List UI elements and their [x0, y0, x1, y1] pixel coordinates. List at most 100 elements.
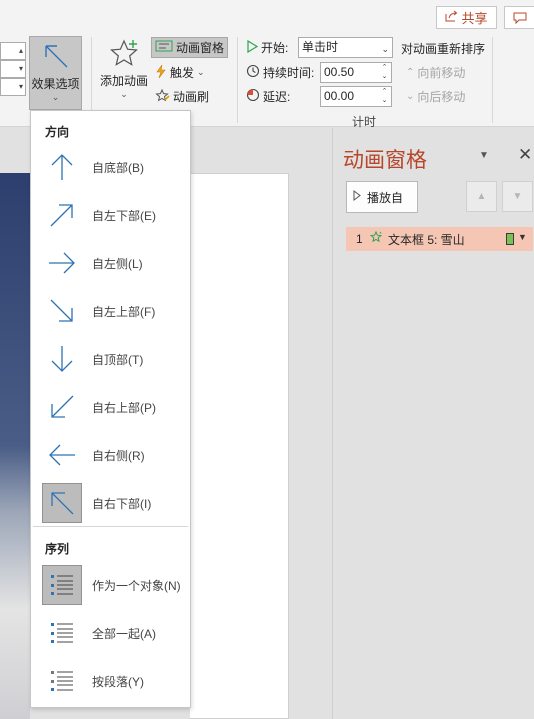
share-icon [445, 10, 458, 25]
play-from-label: 播放自 [367, 190, 404, 205]
move-up-button[interactable]: ▲ [466, 181, 497, 212]
animation-list-item[interactable]: 1 文本框 5: 雪山 ▼ [346, 227, 533, 251]
animation-painter-label: 动画刷 [173, 90, 210, 104]
spinner-arrows-icon[interactable]: ⌃ ⌄ [380, 87, 389, 106]
chevron-down-icon: ⌄ [381, 44, 389, 54]
chevron-down-icon: ⌄ [406, 91, 415, 102]
star-add-icon [109, 39, 141, 72]
duration-label: 持续时间: [246, 64, 314, 81]
animation-painter-icon [155, 88, 170, 106]
chevron-down-icon: ⌄ [51, 92, 60, 102]
direction-item-label: 自左上部(F) [92, 305, 156, 319]
delay-spinner[interactable]: 00.00 ⌃ ⌄ [320, 86, 392, 107]
sequence-item-by-paragraph[interactable]: 按段落(Y) [41, 659, 186, 703]
close-icon[interactable]: ✕ [518, 145, 532, 165]
direction-item-label: 自右上部(P) [92, 401, 156, 415]
direction-item-from-left[interactable]: 自左侧(L) [41, 241, 186, 285]
comments-button[interactable] [504, 6, 534, 29]
move-later-button[interactable]: ⌄ 向后移动 [406, 88, 465, 105]
direction-item-label: 自左下部(E) [92, 209, 156, 223]
chevron-down-icon[interactable]: ▼ [518, 232, 527, 242]
animation-pane-icon [155, 39, 173, 56]
move-down-button[interactable]: ▼ [502, 181, 533, 212]
effect-direction-icon [43, 43, 69, 72]
play-icon [353, 190, 361, 204]
play-from-button[interactable]: 播放自 [346, 181, 418, 213]
play-icon [246, 39, 259, 56]
start-value: 单击时 [302, 40, 339, 54]
sequence-all-at-once-icon [42, 613, 82, 653]
gallery-more[interactable]: ▾ [0, 78, 26, 96]
add-animation-button[interactable]: 添加动画 ⌄ [96, 39, 152, 107]
direction-item-from-top-right[interactable]: 自右上部(P) [41, 385, 186, 429]
delay-clock-icon [246, 88, 260, 105]
arrow-up-icon [42, 147, 82, 187]
share-button[interactable]: 共享 [436, 6, 497, 29]
sequence-item-label: 按段落(Y) [92, 675, 144, 689]
clock-icon [246, 64, 260, 81]
animation-pane-button[interactable]: 动画窗格 [151, 37, 229, 58]
lightning-icon [155, 64, 167, 82]
gallery-scroll-up[interactable]: ▴ [0, 42, 26, 60]
reorder-label: 对动画重新排序 [401, 42, 486, 56]
direction-item-from-top[interactable]: 自顶部(T) [41, 337, 186, 381]
effect-options-button[interactable]: 效果选项 ⌄ [29, 36, 82, 110]
spinner-arrows-icon[interactable]: ⌃ ⌄ [380, 63, 389, 82]
direction-item-label: 自底部(B) [92, 161, 144, 175]
sequence-by-paragraph-icon [42, 661, 82, 701]
chevron-up-icon: ▲ [476, 191, 487, 202]
arrow-right-icon [42, 243, 82, 283]
animation-pane: 动画窗格 ▼ ✕ 播放自 ▲ ▼ 1 文本框 5: 雪山 ▼ [332, 128, 534, 719]
pane-options-icon[interactable]: ▼ [479, 150, 489, 161]
gallery-scroll-down[interactable]: ▾ [0, 60, 26, 78]
animation-item-label: 文本框 5: 雪山 [388, 232, 465, 247]
direction-item-label: 自右下部(I) [92, 497, 152, 511]
direction-item-from-right[interactable]: 自右侧(R) [41, 433, 186, 477]
chevron-down-icon: ⌄ [197, 67, 205, 77]
chevron-down-icon: ⌄ [120, 89, 128, 99]
direction-item-label: 自顶部(T) [92, 353, 144, 367]
chevron-down-icon: ▼ [512, 191, 523, 202]
direction-header: 方向 [45, 125, 70, 139]
effect-options-label: 效果选项 [31, 77, 80, 91]
slide-canvas[interactable] [190, 173, 289, 719]
arrow-down-right-icon [42, 291, 82, 331]
animation-order-number: 1 [356, 232, 363, 246]
duration-value: 00.50 [324, 65, 355, 79]
title-strip: 共享 [0, 0, 534, 33]
ribbon-separator [492, 37, 493, 123]
slide-image-edge [0, 173, 30, 719]
sequence-item-all-at-once[interactable]: 全部一起(A) [41, 611, 186, 655]
animation-pane-label: 动画窗格 [176, 41, 225, 55]
direction-item-label: 自右侧(R) [92, 449, 145, 463]
sequence-as-one-object-icon [42, 565, 82, 605]
start-select[interactable]: 单击时 ⌄ [298, 37, 393, 58]
timing-bar [506, 233, 514, 245]
arrow-up-right-icon [42, 195, 82, 235]
delay-label: 延迟: [246, 88, 290, 105]
chevron-up-icon: ⌃ [406, 67, 415, 78]
trigger-label: 触发 [170, 66, 195, 80]
trigger-button[interactable]: 触发 ⌄ [155, 62, 205, 83]
sequence-item-label: 全部一起(A) [92, 627, 156, 641]
sequence-item-label: 作为一个对象(N) [92, 579, 181, 593]
direction-item-from-top-left[interactable]: 自左上部(F) [41, 289, 186, 333]
sequence-item-as-one-object[interactable]: 作为一个对象(N) [41, 563, 186, 607]
direction-item-from-bottom-right[interactable]: 自右下部(I) [41, 481, 186, 525]
direction-item-label: 自左侧(L) [92, 257, 143, 271]
start-label: 开始: [246, 39, 288, 56]
entrance-star-icon [369, 230, 383, 247]
move-earlier-button[interactable]: ⌃ 向前移动 [406, 64, 465, 81]
arrow-down-left-icon [42, 387, 82, 427]
arrow-down-icon [42, 339, 82, 379]
add-animation-label: 添加动画 [99, 74, 148, 88]
sequence-header: 序列 [45, 542, 70, 556]
duration-spinner[interactable]: 00.50 ⌃ ⌄ [320, 62, 392, 83]
effect-options-menu: 方向 自底部(B) 自左下部(E) 自左侧(L) 自左上部(F) 自顶部(T) … [30, 110, 191, 708]
direction-item-from-bottom[interactable]: 自底部(B) [41, 145, 186, 189]
share-label: 共享 [461, 11, 488, 26]
ribbon-separator [237, 37, 238, 123]
direction-item-from-bottom-left[interactable]: 自左下部(E) [41, 193, 186, 237]
animation-painter-button[interactable]: 动画刷 [155, 86, 209, 107]
arrow-up-left-icon [42, 483, 82, 523]
